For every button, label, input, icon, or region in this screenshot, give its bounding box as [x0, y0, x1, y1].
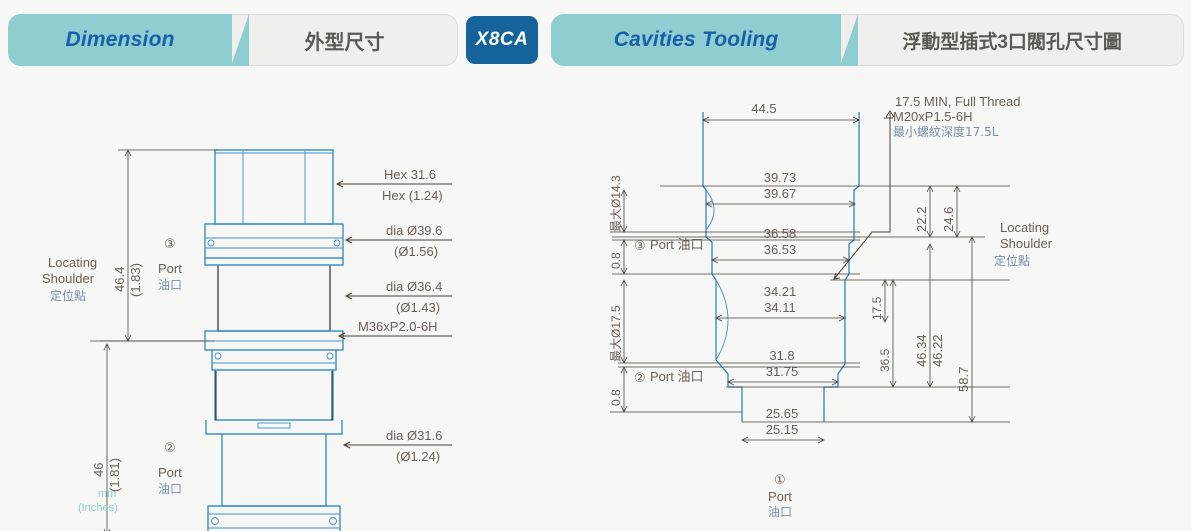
thread-note-line2: M20xP1.5-6H — [893, 109, 972, 124]
left-callout-dia-36-4: dia Ø36.4 (Ø1.43) — [344, 279, 452, 315]
right-cavity-drawing: 44.5 17.5 MIN, Full Thread M20xP1.5-6H 最… — [609, 94, 1053, 519]
dim-max-17-5: 最大Ø17.5 — [609, 305, 623, 362]
right-dim-36-58: 36.58 36.53 — [711, 226, 850, 264]
dim-0-8-upper: 0.8 — [609, 252, 623, 269]
callout-dia316-top: dia Ø31.6 — [386, 428, 442, 443]
left-callout-hex: Hex 31.6 Hex (1.24) — [335, 167, 452, 203]
unit-note-inches: (Inches) — [78, 502, 118, 514]
unit-note: mm (Inches) — [78, 488, 118, 514]
left-port-2: ② Port 油口 — [158, 440, 182, 496]
product-code-badge[interactable]: X8CA — [466, 16, 538, 64]
right-port-3-label: Port 油口 — [650, 237, 703, 252]
dim-34-21-lower: 34.11 — [764, 300, 796, 315]
dim-31-8-lower: 31.75 — [766, 364, 799, 379]
left-callout-thread: M36xP2.0-6H — [337, 319, 452, 340]
right-port-1: ① Port 油口 — [768, 472, 792, 519]
tab-cavities-en[interactable]: Cavities Tooling — [551, 14, 859, 66]
right-port-3-number: ③ — [634, 238, 646, 253]
right-dim-39-73: 39.73 39.67 — [705, 170, 856, 208]
dim-25-65-lower: 25.15 — [766, 422, 799, 437]
tab-group-cavities: Cavities Tooling 浮動型插式3口閥孔尺寸圖 — [551, 14, 1184, 66]
left-callout-dia-31-6: dia Ø31.6 (Ø1.24) — [342, 428, 452, 464]
right-inner-vertical-dims: 17.5 36.5 — [870, 279, 897, 388]
dim-46-4-inch: (1.83) — [128, 263, 143, 297]
left-valve-drawing: 46.4 (1.83) 46 (1.81) Locating Shoulder … — [42, 149, 452, 531]
right-locating-line2: Shoulder — [1000, 236, 1053, 251]
right-port-1-label: Port — [768, 489, 792, 504]
unit-note-mm: mm — [98, 488, 116, 500]
port-3-label: Port — [158, 261, 182, 276]
right-port-2-label: Port 油口 — [650, 369, 703, 384]
right-dim-34-21: 34.21 34.11 — [715, 284, 846, 322]
callout-hex-top: Hex 31.6 — [384, 167, 436, 182]
right-dim-25-65: 25.65 25.15 — [741, 406, 825, 444]
dim-34-21-upper: 34.21 — [764, 284, 797, 299]
tab-group-dimension: Dimension 外型尺寸 — [8, 14, 458, 66]
locating-shoulder-cn: 定位點 — [50, 288, 86, 303]
port-3-cn: 油口 — [158, 278, 182, 292]
thread-note-line1: 17.5 MIN, Full Thread — [895, 94, 1020, 109]
dim-46-value: 46 — [91, 463, 106, 477]
port-3-number: ③ — [164, 236, 176, 251]
left-port-3: ③ Port 油口 — [158, 236, 182, 292]
left-dim-46-4: 46.4 (1.83) — [90, 149, 218, 342]
tab-dimension-en[interactable]: Dimension — [8, 14, 250, 66]
port-2-label: Port — [158, 465, 182, 480]
locating-shoulder-line2: Shoulder — [42, 271, 95, 286]
technical-drawing-area: 46.4 (1.83) 46 (1.81) Locating Shoulder … — [0, 82, 1191, 531]
dim-36-58-upper: 36.58 — [764, 226, 797, 241]
port-2-cn: 油口 — [158, 482, 182, 496]
dim-17-5: 17.5 — [870, 296, 884, 320]
dim-46-34: 46.34 — [914, 334, 929, 367]
dim-39-73-upper: 39.73 — [764, 170, 797, 185]
thread-note: 17.5 MIN, Full Thread M20xP1.5-6H 最小螺紋深度… — [833, 94, 1020, 280]
right-port-1-cn: 油口 — [768, 505, 792, 519]
valve-body-outline — [204, 149, 344, 531]
callout-thread: M36xP2.0-6H — [358, 319, 437, 334]
callout-dia396-top: dia Ø39.6 — [386, 223, 442, 238]
tab-cavities-cn[interactable]: 浮動型插式3口閥孔尺寸圖 — [841, 14, 1184, 66]
thread-note-line3: 最小螺紋深度17.5L — [893, 124, 999, 139]
right-dim-44-5: 44.5 — [702, 101, 860, 124]
right-locating-line1: Locating — [1000, 220, 1049, 235]
callout-hex-bottom: Hex (1.24) — [382, 188, 443, 203]
dim-25-65-upper: 25.65 — [766, 406, 799, 421]
locating-shoulder-line1: Locating — [48, 255, 97, 270]
callout-dia364-top: dia Ø36.4 — [386, 279, 442, 294]
right-port-3: ③ Port 油口 — [634, 237, 703, 253]
dim-22-2: 22.2 — [914, 207, 929, 232]
right-locating-cn: 定位點 — [994, 253, 1030, 268]
left-locating-shoulder-label: Locating Shoulder 定位點 — [42, 255, 97, 303]
dim-39-73-lower: 39.67 — [764, 186, 797, 201]
tab-dimension-cn[interactable]: 外型尺寸 — [232, 14, 458, 66]
dim-36-5: 36.5 — [878, 348, 892, 372]
dim-46-4-value: 46.4 — [112, 267, 127, 292]
callout-dia364-bottom: (Ø1.43) — [396, 300, 440, 315]
dim-0-8-lower: 0.8 — [609, 389, 623, 406]
dim-46-inch: (1.81) — [107, 458, 122, 492]
port-2-number: ② — [164, 440, 176, 455]
dim-31-8-upper: 31.8 — [769, 348, 794, 363]
cavity-outline-left — [702, 112, 743, 422]
header-tab-bar: Dimension 外型尺寸 X8CA Cavities Tooling 浮動型… — [0, 0, 1191, 82]
callout-dia316-bottom: (Ø1.24) — [396, 449, 440, 464]
right-port-2-number: ② — [634, 370, 646, 385]
dim-44-5: 44.5 — [751, 101, 776, 116]
dim-24-6: 24.6 — [941, 207, 956, 232]
right-dim-31-8: 31.8 31.75 — [727, 348, 839, 386]
dim-max-14-3: 最大Ø14.3 — [609, 175, 623, 232]
dim-58-7: 58.7 — [956, 367, 971, 392]
dim-46-22: 46.22 — [930, 334, 945, 367]
callout-dia396-bottom: (Ø1.56) — [394, 244, 438, 259]
dim-36-58-lower: 36.53 — [764, 242, 797, 257]
right-port-1-number: ① — [774, 472, 786, 487]
left-callout-dia-39-6: dia Ø39.6 (Ø1.56) — [344, 223, 452, 259]
right-locating-shoulder-label: Locating Shoulder 定位點 — [994, 220, 1053, 268]
right-port-2: ② Port 油口 — [634, 369, 703, 385]
cavity-outline-right — [823, 112, 860, 422]
